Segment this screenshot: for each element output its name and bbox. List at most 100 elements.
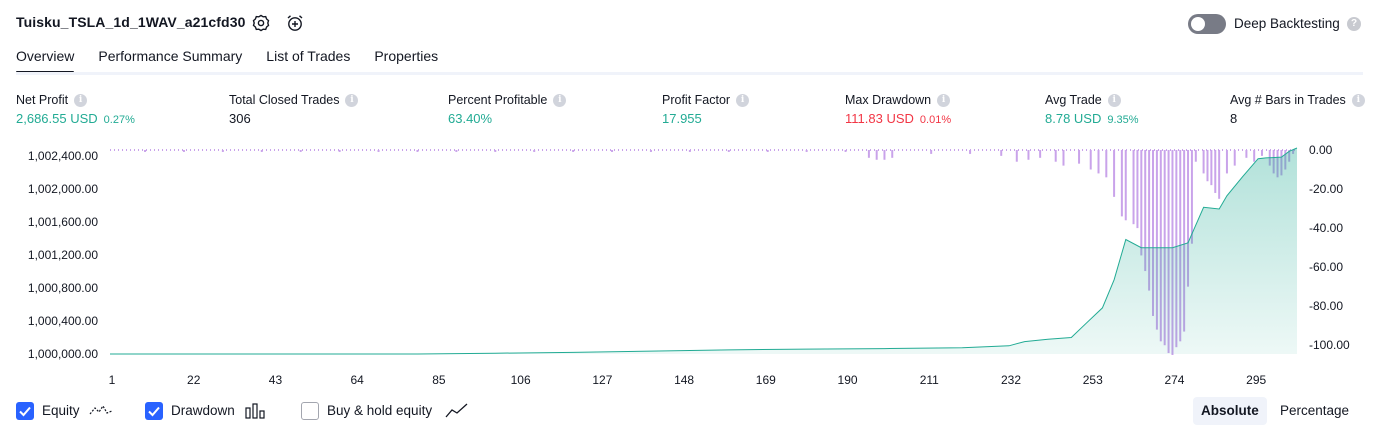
tab-divider (16, 72, 1363, 75)
drawdown-bar (969, 150, 972, 154)
left-axis-tick: 1,002,000.00 (28, 182, 98, 196)
drawdown-bar (416, 150, 419, 152)
right-axis-tick: 0.00 (1309, 143, 1333, 157)
info-icon[interactable]: i (1107, 93, 1121, 107)
drawdown-bar (1078, 150, 1081, 164)
drawdown-bar (867, 150, 870, 158)
alarm-clock-add-icon[interactable] (285, 13, 305, 33)
left-axis-tick: 1,000,400.00 (28, 314, 98, 328)
left-axis-tick: 1,002,400.00 (28, 149, 98, 163)
drawdown-bar (1225, 150, 1228, 174)
drawdown-legend-label: Drawdown (171, 403, 235, 418)
drawdown-bar (1140, 150, 1143, 256)
tab-list-of-trades[interactable]: List of Trades (266, 48, 350, 74)
x-axis: 1 22 43 64 85 106 127 148 169 190 211 232 253 274 295 (109, 373, 1267, 387)
drawdown-bar (649, 150, 652, 152)
drawdown-bar (1089, 150, 1092, 170)
drawdown-bar (260, 150, 263, 152)
equity-drawdown-chart[interactable]: 1,000,000.00 1,000,400.00 1,000,800.00 1,00… (0, 140, 1379, 390)
x-axis-tick: 253 (1083, 373, 1103, 387)
info-icon[interactable]: i (736, 93, 750, 107)
x-axis-tick: 1 (109, 373, 116, 387)
drawdown-bar (688, 150, 691, 152)
drawdown-bar (1194, 150, 1197, 162)
drawdown-bar (1124, 150, 1127, 221)
drawdown-bars-icon (244, 402, 268, 425)
buy-hold-equity-checkbox[interactable] (301, 402, 319, 420)
drawdown-bar (1202, 150, 1205, 174)
x-axis-tick: 295 (1246, 373, 1266, 387)
drawdown-bar (891, 150, 894, 158)
drawdown-bar (377, 150, 380, 152)
buy-hold-line-icon (445, 402, 469, 425)
drawdown-bar (930, 150, 933, 154)
absolute-toggle[interactable]: Absolute (1193, 397, 1267, 425)
metric-value: 8.78 USD (1045, 111, 1102, 126)
tab-bar: Overview Performance Summary List of Tra… (16, 48, 462, 74)
drawdown-bar (875, 150, 878, 160)
metric-value: 306 (229, 111, 251, 126)
metric-value: 17.955 (662, 111, 702, 126)
right-axis-tick: -20.00 (1309, 182, 1343, 196)
strategy-title: Tuisku_TSLA_1d_1WAV_a21cfd30 (16, 14, 246, 30)
equity-checkbox[interactable] (16, 402, 34, 420)
drawdown-bar (1136, 150, 1139, 229)
drawdown-bar (1054, 150, 1057, 162)
drawdown-bar (1105, 150, 1108, 178)
x-axis-tick: 22 (187, 373, 201, 387)
metric-sub-value: 9.35% (1107, 114, 1139, 126)
left-axis-tick: 1,001,600.00 (28, 215, 98, 229)
info-icon[interactable]: i (1351, 93, 1365, 107)
right-axis: 0.00 -20.00 -40.00 -60.00 -80.00 -100.00 (1309, 143, 1350, 352)
drawdown-bar (533, 150, 536, 152)
left-axis-tick: 1,000,000.00 (28, 347, 98, 361)
equity-legend-label: Equity (42, 403, 80, 418)
tab-performance-summary[interactable]: Performance Summary (98, 48, 242, 74)
drawdown-bar (883, 150, 886, 160)
drawdown-checkbox[interactable] (145, 402, 163, 420)
info-icon[interactable]: i (553, 93, 567, 107)
drawdown-bar (1233, 150, 1236, 166)
drawdown-bar (1190, 150, 1193, 244)
metric-label: Profit Factor (662, 93, 731, 107)
x-axis-tick: 232 (1001, 373, 1021, 387)
drawdown-bar (221, 150, 224, 152)
right-axis-tick: -80.00 (1309, 299, 1343, 313)
drawdown-bar (144, 150, 147, 152)
drawdown-bar (1015, 150, 1018, 162)
metric-avg-bars-in-trades: Avg # Bars in Trades i 8 (1230, 93, 1365, 126)
drawdown-bar (299, 150, 302, 152)
metric-sub-value: 0.01% (919, 114, 952, 126)
drawdown-bar (1120, 150, 1123, 217)
drawdown-bar (1000, 150, 1003, 156)
x-axis-tick: 148 (674, 373, 694, 387)
left-axis-tick: 1,001,200.00 (28, 248, 98, 262)
tab-overview[interactable]: Overview (16, 48, 75, 74)
right-axis-tick: -100.00 (1309, 338, 1350, 352)
x-axis-tick: 106 (511, 373, 531, 387)
drawdown-bar (1097, 150, 1100, 174)
info-icon[interactable]: i (74, 93, 88, 107)
metric-net-profit: Net Profit i 2,686.55 USD 0.27% (16, 93, 135, 126)
percentage-toggle[interactable]: Percentage (1272, 397, 1357, 425)
metric-sub-value: 0.27% (103, 114, 135, 126)
left-axis-tick: 1,000,800.00 (28, 281, 98, 295)
drawdown-bar (1218, 150, 1221, 199)
x-axis-tick: 127 (592, 373, 612, 387)
drawdown-bar (338, 150, 341, 152)
toggle-knob (1191, 17, 1205, 31)
info-icon[interactable]: i (345, 93, 359, 107)
drawdown-bar (727, 150, 730, 152)
metric-label: Percent Profitable (448, 93, 548, 107)
drawdown-bar (1039, 150, 1042, 158)
info-icon[interactable]: i (937, 93, 951, 107)
tab-properties[interactable]: Properties (374, 48, 438, 74)
drawdown-bar (611, 150, 614, 152)
x-axis-tick: 211 (920, 373, 939, 387)
metric-label: Max Drawdown (845, 93, 932, 107)
x-axis-tick: 274 (1164, 373, 1184, 387)
settings-gear-icon[interactable] (251, 13, 271, 33)
help-question-icon[interactable]: ? (1347, 17, 1361, 31)
x-axis-tick: 85 (432, 373, 446, 387)
deep-backtesting-toggle[interactable] (1188, 14, 1226, 34)
